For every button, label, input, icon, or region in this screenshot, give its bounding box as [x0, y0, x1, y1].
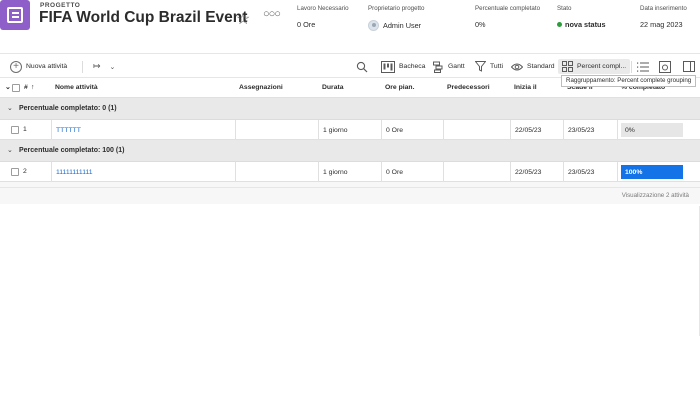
avatar	[368, 20, 379, 31]
view-button[interactable]: Standard	[511, 59, 555, 74]
export-icon: ↦	[93, 61, 101, 71]
status-dot	[557, 22, 562, 27]
project-icon	[0, 0, 30, 30]
duration-cell[interactable]: 1 giorno	[318, 162, 381, 182]
col-planned-hours[interactable]: Ore pian.	[385, 84, 414, 91]
hours-cell[interactable]: 0 Ore	[381, 120, 443, 140]
row-checkbox[interactable]	[11, 168, 19, 176]
progress-bar[interactable]: 0%	[621, 123, 683, 137]
panel-toggle-button[interactable]	[683, 59, 695, 74]
meta-owner[interactable]: Proprietario progetto Admin User	[368, 5, 424, 31]
row-number: 2	[23, 168, 27, 175]
table-row[interactable]: 1 TTTTTT 1 giorno 0 Ore 22/05/23 23/05/2…	[0, 120, 700, 140]
end-date-cell[interactable]: 23/05/23	[563, 120, 617, 140]
group-header[interactable]: ⌄ Percentuale completato: 100 (1)	[0, 140, 700, 162]
row-checkbox[interactable]	[11, 126, 19, 134]
plus-icon: +	[10, 60, 22, 73]
preview-icon	[659, 60, 671, 73]
grid-icon	[562, 61, 573, 72]
project-title[interactable]: FIFA World Cup Brazil Event	[39, 9, 247, 27]
col-predecessors[interactable]: Predecessori	[447, 84, 490, 91]
assignments-cell[interactable]	[235, 120, 318, 140]
progress-bar[interactable]: 100%	[621, 165, 683, 179]
group-header[interactable]: ⌄ Percentuale completato: 0 (1)	[0, 98, 700, 120]
end-date-cell[interactable]: 23/05/23	[563, 162, 617, 182]
collapse-all-icon[interactable]: ⌄	[5, 83, 11, 91]
predecessors-cell[interactable]	[443, 162, 510, 182]
list-settings-button[interactable]	[637, 59, 649, 74]
duration-cell[interactable]: 1 giorno	[318, 120, 381, 140]
project-header: PROGETTO FIFA World Cup Brazil Event ☆ ○…	[0, 0, 700, 54]
col-number[interactable]: #	[24, 84, 28, 91]
task-name-link[interactable]: TTTTTT	[51, 120, 235, 140]
list-icon	[637, 62, 649, 72]
export-button[interactable]: ↦ ⌄	[93, 59, 118, 74]
favorite-star-icon[interactable]: ☆	[236, 9, 250, 29]
predecessors-cell[interactable]	[443, 120, 510, 140]
project-kicker: PROGETTO	[40, 2, 81, 9]
assignments-cell[interactable]	[235, 162, 318, 182]
search-icon	[356, 61, 368, 72]
col-assignments[interactable]: Assegnazioni	[239, 84, 283, 91]
filter-button[interactable]: Tutti	[475, 59, 503, 74]
preview-button[interactable]	[659, 59, 671, 74]
task-count: Visualizzazione 2 attività	[621, 192, 689, 199]
chevron-down-icon: ⌄	[109, 63, 116, 71]
task-grid: ⌄ # ↑ Nome attività Assegnazioni Durata …	[0, 78, 700, 204]
empty-area	[0, 206, 700, 336]
gantt-icon	[433, 61, 443, 73]
col-duration[interactable]: Durata	[322, 84, 344, 91]
chevron-down-icon[interactable]: ⌄	[7, 104, 13, 112]
meta-percent: Percentuale completato 0%	[475, 5, 541, 29]
meta-work: Lavoro Necessario 0 Ore	[297, 5, 349, 29]
start-date-cell[interactable]: 22/05/23	[510, 162, 563, 182]
row-number: 1	[23, 126, 27, 133]
board-icon	[381, 60, 395, 73]
hours-cell[interactable]: 0 Ore	[381, 162, 443, 182]
chevron-down-icon[interactable]: ⌄	[7, 146, 13, 154]
grid-footer: Visualizzazione 2 attività	[0, 188, 700, 204]
grouping-tooltip: Raggruppamento: Percent complete groupin…	[561, 75, 697, 87]
filter-icon	[475, 61, 486, 72]
select-all-checkbox[interactable]	[12, 84, 20, 92]
more-options-icon[interactable]: ○○○	[263, 8, 281, 20]
new-task-button[interactable]: + Nuova attività	[10, 59, 67, 74]
side-panel-icon	[683, 61, 695, 72]
grouping-button[interactable]: Percent compl...	[558, 59, 631, 74]
sort-asc-icon[interactable]: ↑	[31, 84, 34, 91]
start-date-cell[interactable]: 22/05/23	[510, 120, 563, 140]
meta-entry-date: Data inserimento 22 mag 2023	[640, 5, 687, 29]
col-start[interactable]: Inizia il	[514, 84, 537, 91]
col-name[interactable]: Nome attività	[55, 84, 98, 91]
table-row[interactable]: 2 11111111111 1 giorno 0 Ore 22/05/23 23…	[0, 162, 700, 182]
board-view-button[interactable]: Bacheca	[381, 59, 425, 74]
gantt-view-button[interactable]: Gantt	[433, 59, 465, 74]
task-name-link[interactable]: 11111111111	[51, 162, 235, 182]
eye-icon	[511, 63, 523, 70]
meta-status[interactable]: Stato nova status	[557, 5, 606, 29]
search-button[interactable]	[356, 59, 368, 74]
